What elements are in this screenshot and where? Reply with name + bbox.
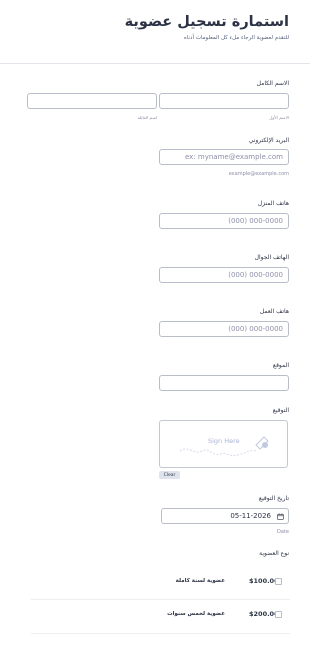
form-title: استمارة تسجيل عضوية [124,14,289,30]
calendar-icon[interactable] [277,512,284,520]
website-input[interactable] [159,375,289,391]
product-divider [31,599,290,600]
mobile-phone-placeholder: (000) 000-0000 [228,271,283,279]
mobile-phone-label: الهاتف الجوال [254,254,289,261]
signature-date-sublabel: Date [277,529,289,535]
first-name-sublabel: الاسم الأول [269,115,289,120]
full-name-label: الاسم الكامل [256,80,289,87]
product-name: عضوية لسنة كاملة [175,578,225,584]
work-phone-label: هاتف العمل [259,308,289,315]
email-placeholder: ex: myname@example.com [184,153,283,161]
home-phone-label: هاتف المنزل [257,200,289,207]
last-name-sublabel: اسم العائلة [137,115,157,120]
mobile-phone-input[interactable]: (000) 000-0000 [159,267,289,283]
home-phone-input[interactable]: (000) 000-0000 [159,213,289,229]
form-header: استمارة تسجيل عضوية للتقدم لعضوية الرجاء… [21,12,289,56]
work-phone-placeholder: (000) 000-0000 [228,325,283,333]
product-row[interactable]: عضوية لسنة كاملة $100.00 [0,568,310,598]
signature-date-label: تاريخ التوقيع [258,495,289,502]
form-subtitle: للتقدم لعضوية الرجاء ملء كل المعلومات أد… [183,35,289,41]
signature-placeholder: Sign Here [208,437,240,445]
signature-date-input[interactable]: 05-11-2026 [161,508,289,524]
signature-date-value: 05-11-2026 [230,512,271,520]
product-divider [31,633,290,634]
signature-scribble-icon [179,436,269,456]
signature-label: التوقيع [272,407,289,414]
product-row[interactable]: عضوية لخمس سنوات $200.00 [0,601,310,631]
signature-pad[interactable]: Sign Here [159,420,288,468]
product-checkbox[interactable] [275,611,282,618]
email-sublabel: example@example.com [228,171,289,177]
last-name-input[interactable] [27,93,157,109]
clear-signature-button[interactable]: Clear [159,471,180,479]
first-name-input[interactable] [159,93,289,109]
work-phone-input[interactable]: (000) 000-0000 [159,321,289,337]
home-phone-placeholder: (000) 000-0000 [228,217,283,225]
product-checkbox[interactable] [275,578,282,585]
product-name: عضوية لخمس سنوات [167,611,225,617]
email-label: البريد الإلكتروني [248,137,289,144]
membership-type-label: نوع العضوية [259,550,289,557]
email-input[interactable]: ex: myname@example.com [159,149,289,165]
website-label: الموقع [272,362,289,369]
header-divider [0,63,310,64]
membership-form: استمارة تسجيل عضوية للتقدم لعضوية الرجاء… [0,0,310,666]
